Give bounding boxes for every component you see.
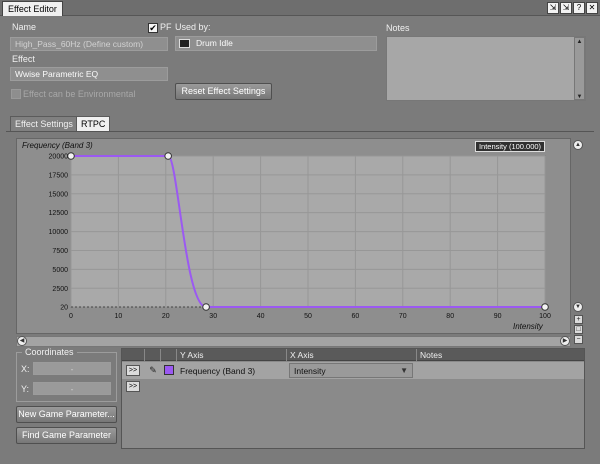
curve-point[interactable]: [67, 152, 75, 160]
x-axis-label: Intensity: [513, 322, 543, 331]
x-tick-label: 50: [304, 313, 312, 320]
coord-x-field[interactable]: -: [33, 362, 111, 375]
x-tick-label: 60: [352, 313, 360, 320]
x-tick-label: 90: [494, 313, 502, 320]
header-sep: [416, 349, 417, 361]
zoom-in-icon[interactable]: +: [574, 315, 583, 324]
y-tick-label: 2500: [52, 286, 68, 293]
rtpc-graph[interactable]: 0 10 20 30 40 50 60 70 80 90 100 20 2500 5000 7500 1000…: [17, 139, 572, 335]
y-tick-label: 15000: [49, 191, 69, 198]
scroll-right-icon[interactable]: ▶: [560, 336, 570, 346]
chevron-down-icon: ▼: [400, 366, 408, 375]
pf-label: PF: [160, 22, 172, 32]
x-tick-label: 100: [539, 313, 551, 320]
y-tick-label: 10000: [49, 229, 69, 236]
notes-textarea[interactable]: [386, 36, 586, 101]
y-tick-label: 12500: [49, 210, 69, 217]
zoom-out-icon[interactable]: −: [574, 335, 583, 344]
x-tick-label: 40: [257, 313, 265, 320]
header-sep: [160, 349, 161, 361]
curve-color-swatch[interactable]: [164, 365, 174, 375]
legend-intensity[interactable]: Intensity (100.000): [475, 141, 545, 152]
row-y-axis[interactable]: Frequency (Band 3): [180, 366, 255, 376]
tab-effect-settings[interactable]: Effect Settings: [10, 116, 78, 131]
header-sep: [176, 349, 177, 361]
scroll-up-icon[interactable]: ▲: [573, 140, 583, 150]
name-label: Name: [12, 22, 37, 32]
window-title-tab[interactable]: Effect Editor: [2, 1, 63, 16]
row-expand-button[interactable]: >>: [126, 365, 140, 376]
y-tick-label: 17500: [49, 172, 69, 179]
title-bar: [0, 0, 600, 16]
x-tick-label: 30: [209, 313, 217, 320]
header-sep: [286, 349, 287, 361]
float-icon[interactable]: ⇲: [560, 2, 572, 14]
col-header-notes[interactable]: Notes: [420, 350, 442, 360]
add-rtpc-expand-button[interactable]: >>: [126, 381, 140, 392]
x-tick-label: 20: [162, 313, 170, 320]
y-tick-label: 7500: [52, 248, 68, 255]
effect-label: Effect: [12, 54, 35, 64]
col-header-y-axis[interactable]: Y Axis: [180, 350, 203, 360]
environmental-label: Effect can be Environmental: [23, 89, 136, 99]
coord-x-label: X:: [21, 364, 30, 374]
curve-point[interactable]: [164, 152, 172, 160]
zoom-fit-icon[interactable]: □: [574, 325, 583, 334]
notes-scrollbar[interactable]: ▲ ▼: [574, 37, 585, 100]
col-header-x-axis[interactable]: X Axis: [290, 350, 314, 360]
used-by-field[interactable]: Drum Idle: [175, 36, 377, 51]
curve-point[interactable]: [202, 303, 210, 311]
reset-effect-settings-button[interactable]: Reset Effect Settings: [175, 83, 272, 100]
coord-y-label: Y:: [21, 384, 30, 394]
coord-y-field[interactable]: -: [33, 382, 111, 395]
x-axis-dropdown[interactable]: Intensity ▼: [289, 363, 413, 378]
x-tick-label: 70: [399, 313, 407, 320]
rtpc-graph-panel[interactable]: 0 10 20 30 40 50 60 70 80 90 100 20 2500 5000 7500 1000…: [16, 138, 571, 334]
y-tick-label: 20000: [49, 154, 69, 161]
y-axis-label: Frequency (Band 3): [22, 141, 93, 150]
x-tick-label: 80: [446, 313, 454, 320]
pin-icon[interactable]: ✎: [148, 363, 158, 377]
find-game-parameter-button[interactable]: Find Game Parameter: [16, 427, 117, 444]
graph-h-scrollbar[interactable]: [16, 336, 571, 347]
used-by-label: Used by:: [175, 22, 211, 32]
help-icon[interactable]: ?: [573, 2, 585, 14]
new-game-parameter-button[interactable]: New Game Parameter...: [16, 406, 117, 423]
pf-checkbox[interactable]: ✔: [148, 23, 158, 33]
close-icon[interactable]: ✕: [586, 2, 598, 14]
x-tick-label: 0: [69, 313, 73, 320]
environmental-checkbox[interactable]: [11, 89, 21, 99]
effect-field[interactable]: Wwise Parametric EQ: [10, 67, 168, 81]
tab-rtpc[interactable]: RTPC: [76, 116, 111, 131]
coordinates-label: Coordinates: [22, 347, 77, 357]
used-by-value: Drum Idle: [196, 38, 233, 48]
curve-point[interactable]: [541, 303, 549, 311]
scroll-down-icon[interactable]: ▼: [573, 302, 583, 312]
sound-object-icon: [179, 39, 190, 48]
x-axis-value: Intensity: [294, 366, 326, 376]
x-tick-label: 10: [115, 313, 123, 320]
name-field[interactable]: High_Pass_60Hz (Define custom): [10, 37, 168, 51]
y-tick-label: 5000: [52, 267, 68, 274]
scroll-left-icon[interactable]: ◀: [17, 336, 27, 346]
y-tick-label: 20: [60, 305, 68, 312]
notes-label: Notes: [386, 23, 410, 33]
tab-divider: [6, 131, 594, 132]
header-sep: [144, 349, 145, 361]
dock-icon[interactable]: ⇲: [547, 2, 559, 14]
